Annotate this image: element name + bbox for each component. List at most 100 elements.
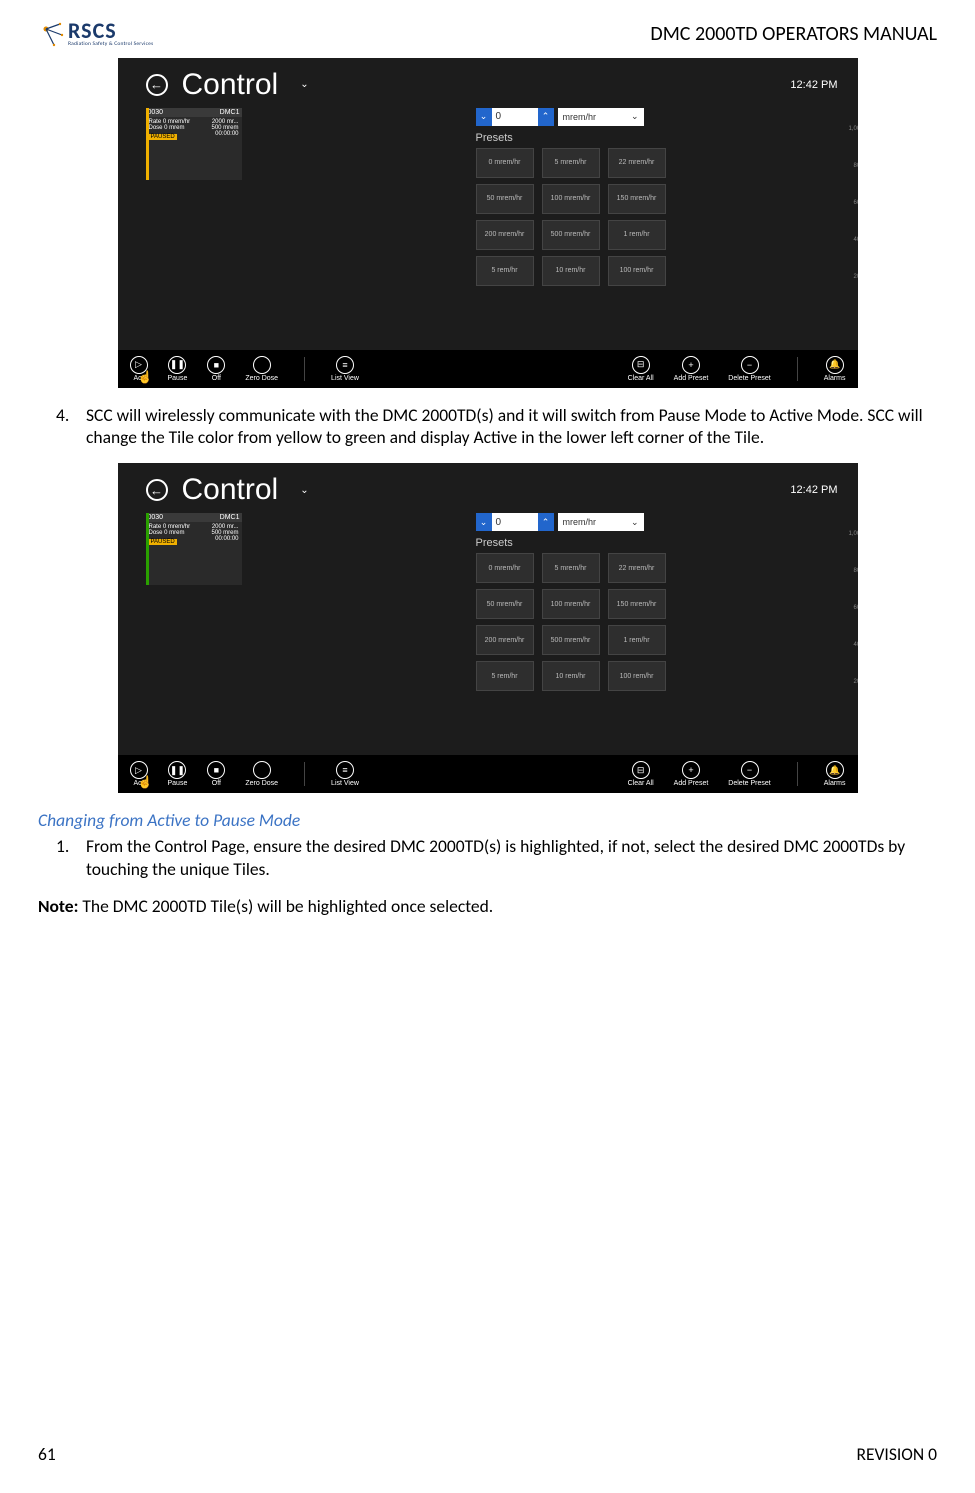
chevron-up-icon[interactable]: ⌃ [538,108,554,126]
preset-button[interactable]: 1 rem/hr [608,625,666,655]
preset-button[interactable]: 5 mrem/hr [542,553,600,583]
list-icon: ≡ [336,356,354,374]
preset-button[interactable]: 1 rem/hr [608,220,666,250]
delete-preset-button[interactable]: −Delete Preset [728,356,770,382]
preset-button[interactable]: 150 mrem/hr [608,589,666,619]
preset-button[interactable]: 150 mrem/hr [608,184,666,214]
preset-button[interactable]: 100 rem/hr [608,256,666,286]
preset-button[interactable]: 50 mrem/hr [476,589,534,619]
list-icon: ≡ [336,761,354,779]
alarms-button[interactable]: 🔔Alarms [824,761,846,787]
list-text: SCC will wirelessly communicate with the… [86,404,937,450]
clear-all-button[interactable]: ⊟Clear All [628,356,654,382]
logo: RSCS Radiation Safety & Control Services [38,20,153,48]
document-title: DMC 2000TD OPERATORS MANUAL [650,22,937,46]
logo-text: RSCS [68,20,153,42]
preset-button[interactable]: 10 rem/hr [542,256,600,286]
stop-icon: ■ [207,356,225,374]
unit-select[interactable]: mrem/hr⌄ [558,513,644,531]
touch-hand-icon: ☝ [138,370,152,384]
app-bar: ▷Act ❚❚Pause ■Off Zero Dose ≡List View ⊟… [118,350,858,388]
delete-preset-button[interactable]: −Delete Preset [728,761,770,787]
clear-all-button[interactable]: ⊟Clear All [628,761,654,787]
add-preset-button[interactable]: +Add Preset [674,761,709,787]
chevron-down-icon[interactable]: ⌄ [300,485,308,496]
chevron-down-icon: ⌄ [631,111,639,122]
rate-spinner[interactable]: ⌄ 0 ⌃ [476,108,554,126]
alarms-button[interactable]: 🔔Alarms [824,356,846,382]
preset-button[interactable]: 200 mrem/hr [476,220,534,250]
plus-icon: + [682,761,700,779]
minus-icon: − [741,761,759,779]
chevron-up-icon[interactable]: ⌃ [538,513,554,531]
preset-button[interactable]: 5 mrem/hr [542,148,600,178]
list-item: 4. SCC will wirelessly communicate with … [56,404,937,450]
logo-subtext: Radiation Safety & Control Services [68,42,153,48]
screenshot-control-active: ← Control ⌄ 12:42 PM 0030DMC1 Rate 0 mre… [118,463,858,793]
preset-button[interactable]: 100 mrem/hr [542,589,600,619]
rate-spinner[interactable]: ⌄ 0 ⌃ [476,513,554,531]
unit-select[interactable]: mrem/hr⌄ [558,108,644,126]
preset-button[interactable]: 100 mrem/hr [542,184,600,214]
list-view-button[interactable]: ≡List View [331,761,359,787]
preset-button[interactable]: 100 rem/hr [608,661,666,691]
list-view-button[interactable]: ≡List View [331,356,359,382]
clear-icon: ⊟ [632,761,650,779]
chevron-down-icon[interactable]: ⌄ [476,108,492,126]
logo-icon [38,21,64,47]
circle-icon [253,356,271,374]
revision: REVISION 0 [856,1443,937,1465]
preset-button[interactable]: 10 rem/hr [542,661,600,691]
add-preset-button[interactable]: +Add Preset [674,356,709,382]
plus-icon: + [682,356,700,374]
bell-icon: 🔔 [826,761,844,779]
screenshot-control-paused: ← Control ⌄ 12:42 PM 0030DMC1 Rate 0 mre… [118,58,858,388]
chevron-down-icon[interactable]: ⌄ [476,513,492,531]
pause-button[interactable]: ❚❚Pause [168,356,188,382]
preset-button[interactable]: 22 mrem/hr [608,148,666,178]
note-prefix: Note: [38,895,78,917]
note: Note: The DMC 2000TD Tile(s) will be hig… [38,895,937,917]
app-title: Control [182,68,279,102]
back-icon[interactable]: ← [146,479,168,501]
app-title: Control [182,473,279,507]
pause-button[interactable]: ❚❚Pause [168,761,188,787]
presets-label: Presets [476,537,846,549]
preset-button[interactable]: 0 mrem/hr [476,553,534,583]
page-header: RSCS Radiation Safety & Control Services… [38,20,937,48]
preset-grid: 0 mrem/hr 5 mrem/hr 22 mrem/hr 50 mrem/h… [476,148,846,286]
zero-dose-button[interactable]: Zero Dose [245,356,278,382]
off-button[interactable]: ■Off [207,761,225,787]
page-number: 61 [38,1443,56,1465]
axis: 1,000 800 600 400 200 [848,126,858,346]
zero-dose-button[interactable]: Zero Dose [245,761,278,787]
preset-button[interactable]: 22 mrem/hr [608,553,666,583]
chevron-down-icon: ⌄ [631,517,639,528]
clear-icon: ⊟ [632,356,650,374]
preset-button[interactable]: 5 rem/hr [476,256,534,286]
list-number: 1. [56,835,86,881]
status-badge: PAUSED [149,539,177,545]
off-button[interactable]: ■Off [207,356,225,382]
note-text: The DMC 2000TD Tile(s) will be highlight… [78,895,493,917]
pause-icon: ❚❚ [168,761,186,779]
back-icon[interactable]: ← [146,74,168,96]
presets-label: Presets [476,132,846,144]
preset-button[interactable]: 200 mrem/hr [476,625,534,655]
list-text: From the Control Page, ensure the desire… [86,835,937,881]
preset-button[interactable]: 0 mrem/hr [476,148,534,178]
clock: 12:42 PM [790,484,837,496]
chevron-down-icon[interactable]: ⌄ [300,79,308,90]
preset-button[interactable]: 5 rem/hr [476,661,534,691]
status-badge: PAUSED [149,134,177,140]
preset-button[interactable]: 50 mrem/hr [476,184,534,214]
page-footer: 61 REVISION 0 [38,1443,937,1465]
preset-button[interactable]: 500 mrem/hr [542,625,600,655]
minus-icon: − [741,356,759,374]
pause-icon: ❚❚ [168,356,186,374]
preset-grid: 0 mrem/hr 5 mrem/hr 22 mrem/hr 50 mrem/h… [476,553,846,691]
device-tile[interactable]: 0030DMC1 Rate 0 mrem/hr2000 mr... Dose 0… [146,108,242,180]
device-tile[interactable]: 0030DMC1 Rate 0 mrem/hr2000 mr... Dose 0… [146,513,242,585]
app-bar: ▷Act ❚❚Pause ■Off Zero Dose ≡List View ⊟… [118,755,858,793]
preset-button[interactable]: 500 mrem/hr [542,220,600,250]
